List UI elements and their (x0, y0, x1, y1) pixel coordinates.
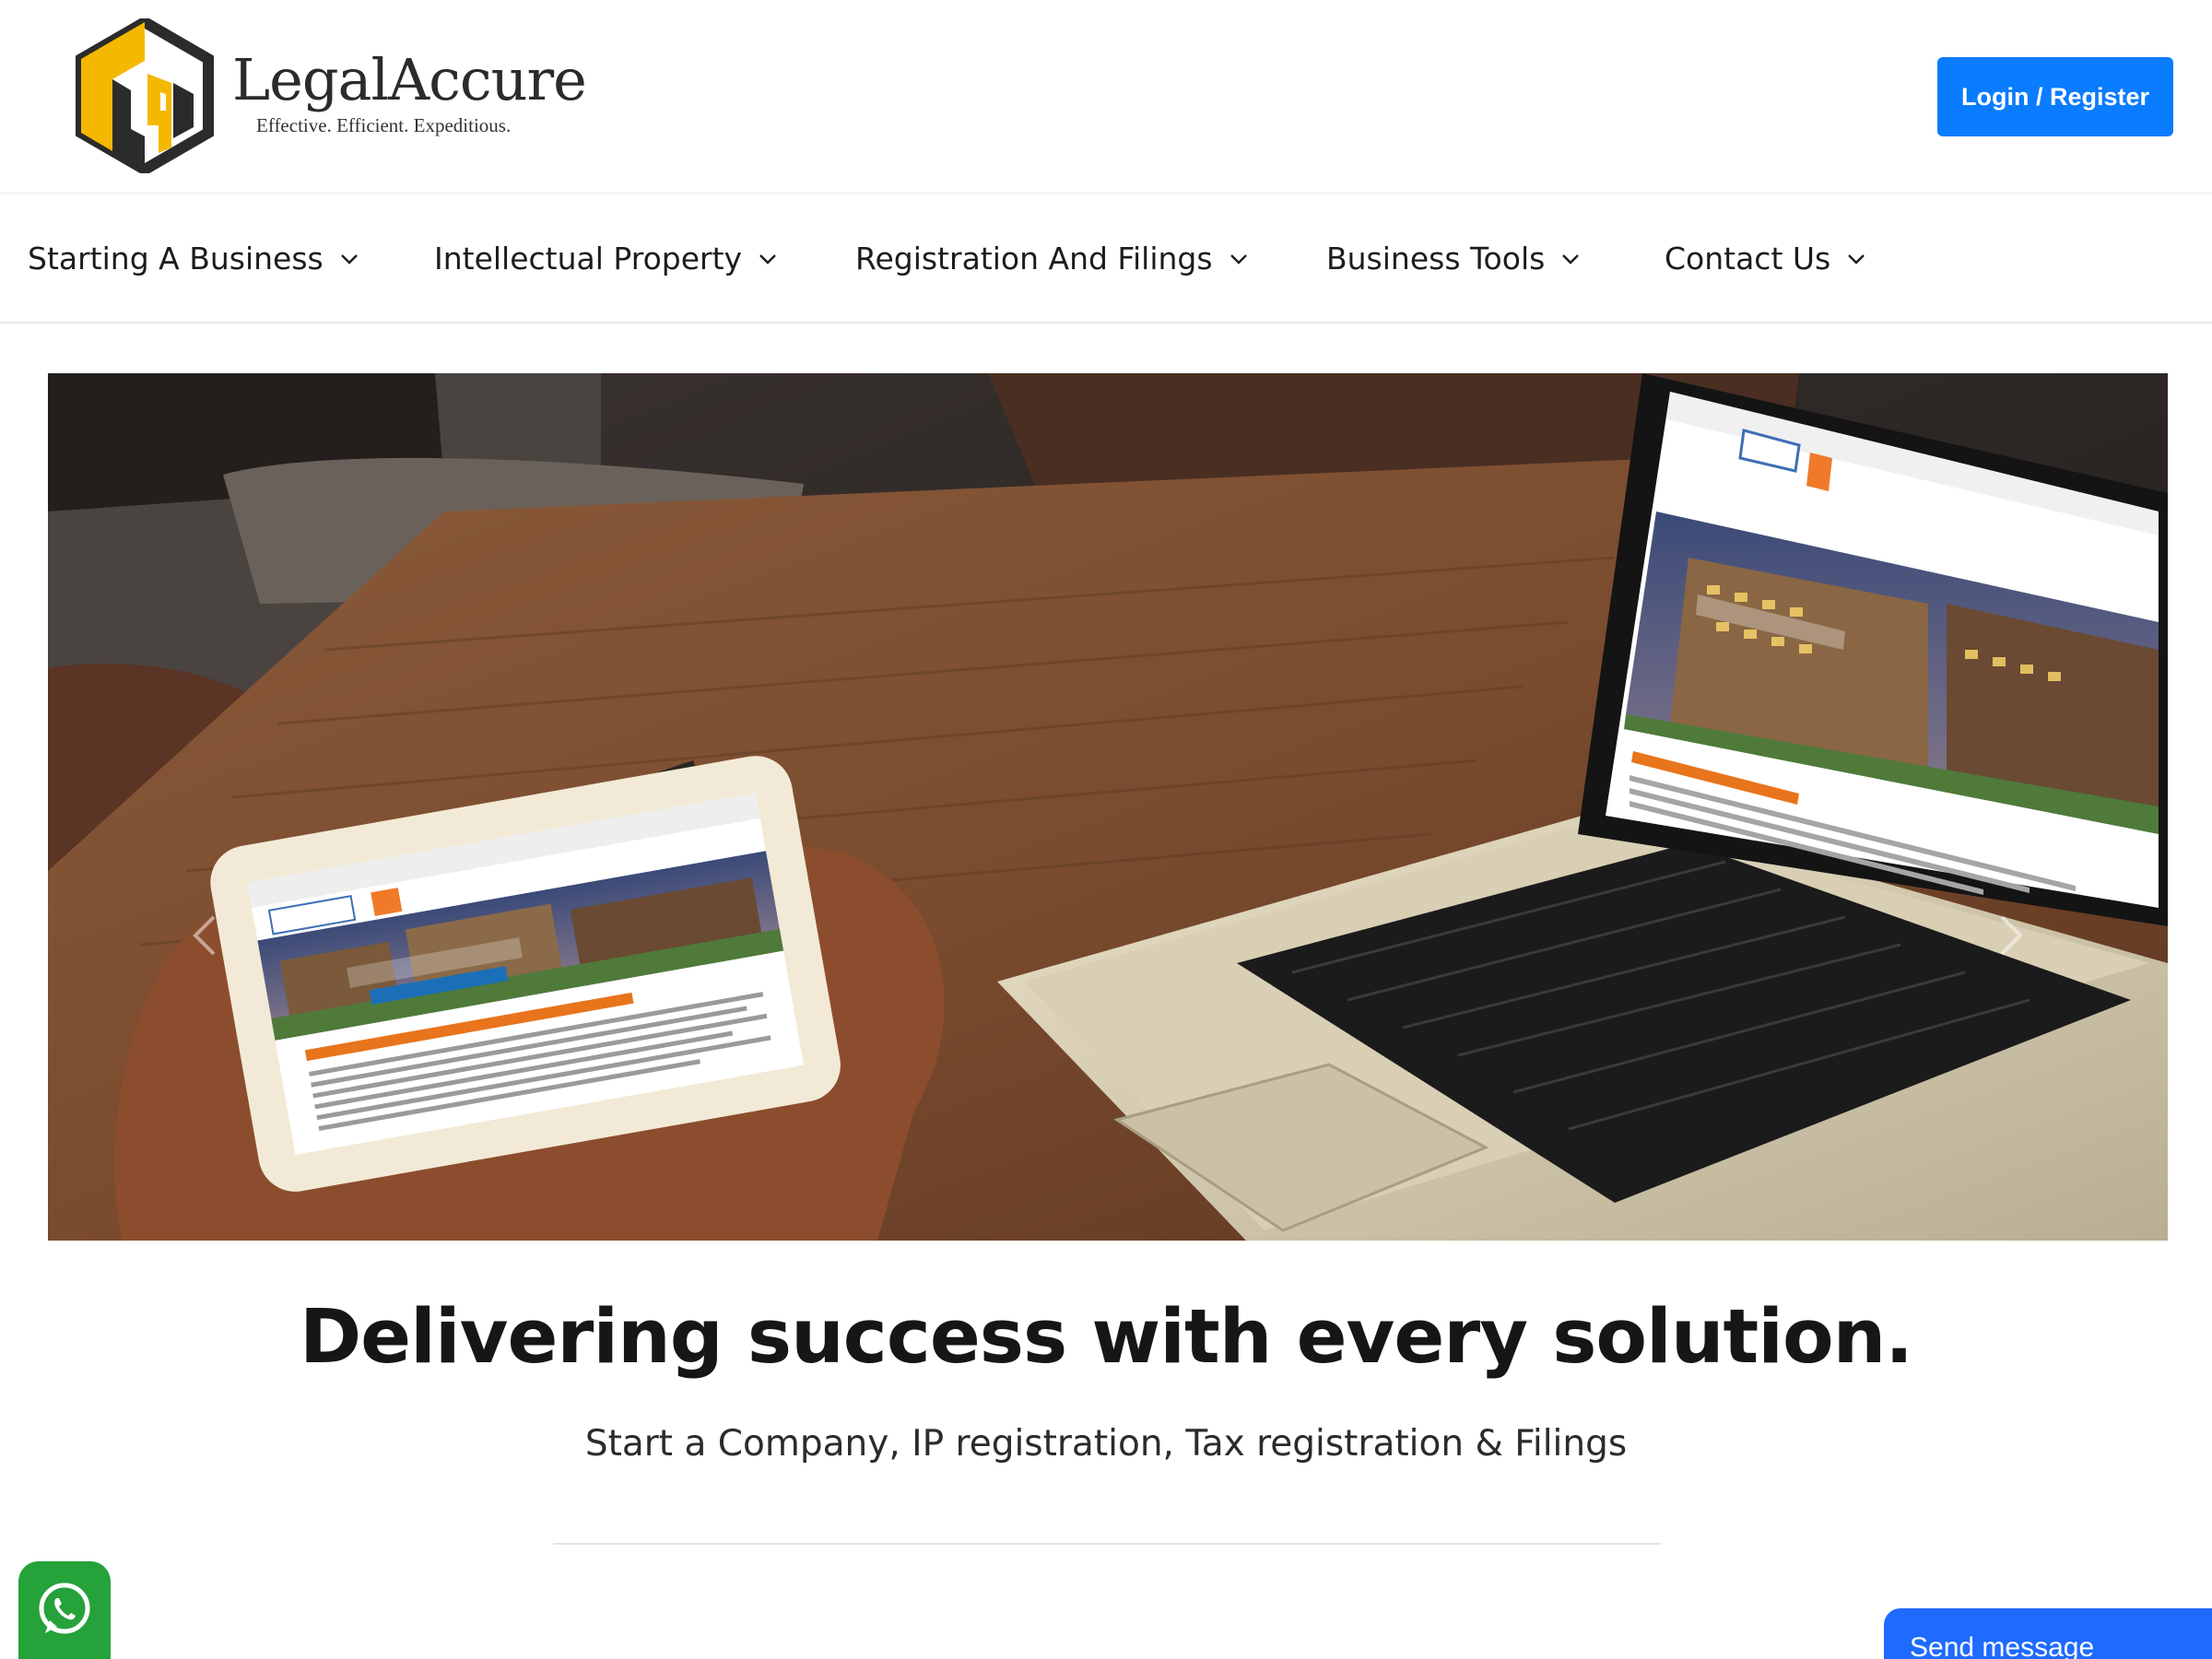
whatsapp-button[interactable] (18, 1561, 111, 1659)
nav-item-contact-us[interactable]: Contact Us (1665, 241, 1865, 276)
site-header: LegalAccure Effective. Efficient. Expedi… (0, 0, 2212, 194)
brand-name: LegalAccure (232, 45, 587, 113)
nav-item-starting-a-business[interactable]: Starting A Business (28, 241, 359, 276)
chevron-down-icon (1562, 253, 1580, 265)
chevron-down-icon (340, 253, 358, 265)
nav-item-registration-and-filings[interactable]: Registration And Filings (855, 241, 1248, 276)
chevron-down-icon (1848, 253, 1865, 265)
nav-item-label: Registration And Filings (855, 241, 1213, 276)
hero-illustration (48, 373, 2168, 1241)
hero-subheadline: Start a Company, IP registration, Tax re… (584, 1423, 1628, 1465)
brand-logo[interactable]: LegalAccure Effective. Efficient. Expedi… (76, 18, 587, 173)
nav-item-label: Intellectual Property (434, 241, 743, 276)
hero-image (48, 373, 2168, 1241)
send-message-chat-button[interactable]: Send message (1884, 1608, 2212, 1659)
nav-item-business-tools[interactable]: Business Tools (1326, 241, 1580, 276)
logo-wordmark: LegalAccure Effective. Efficient. Expedi… (232, 45, 587, 137)
main-nav: Starting A Business Intellectual Propert… (0, 194, 2212, 324)
chevron-down-icon (759, 253, 776, 265)
nav-item-label: Starting A Business (28, 241, 324, 276)
chevron-down-icon (1230, 253, 1247, 265)
nav-item-label: Contact Us (1665, 241, 1831, 276)
nav-item-intellectual-property[interactable]: Intellectual Property (434, 241, 777, 276)
whatsapp-icon (39, 1583, 90, 1634)
nav-item-label: Business Tools (1326, 241, 1546, 276)
login-register-button[interactable]: Login / Register (1937, 57, 2173, 136)
section-divider (553, 1543, 1661, 1545)
hero-headline: Delivering success with every solution. (299, 1294, 1913, 1381)
brand-tagline: Effective. Efficient. Expeditious. (256, 113, 512, 136)
logo-hexagon-icon (76, 18, 214, 173)
